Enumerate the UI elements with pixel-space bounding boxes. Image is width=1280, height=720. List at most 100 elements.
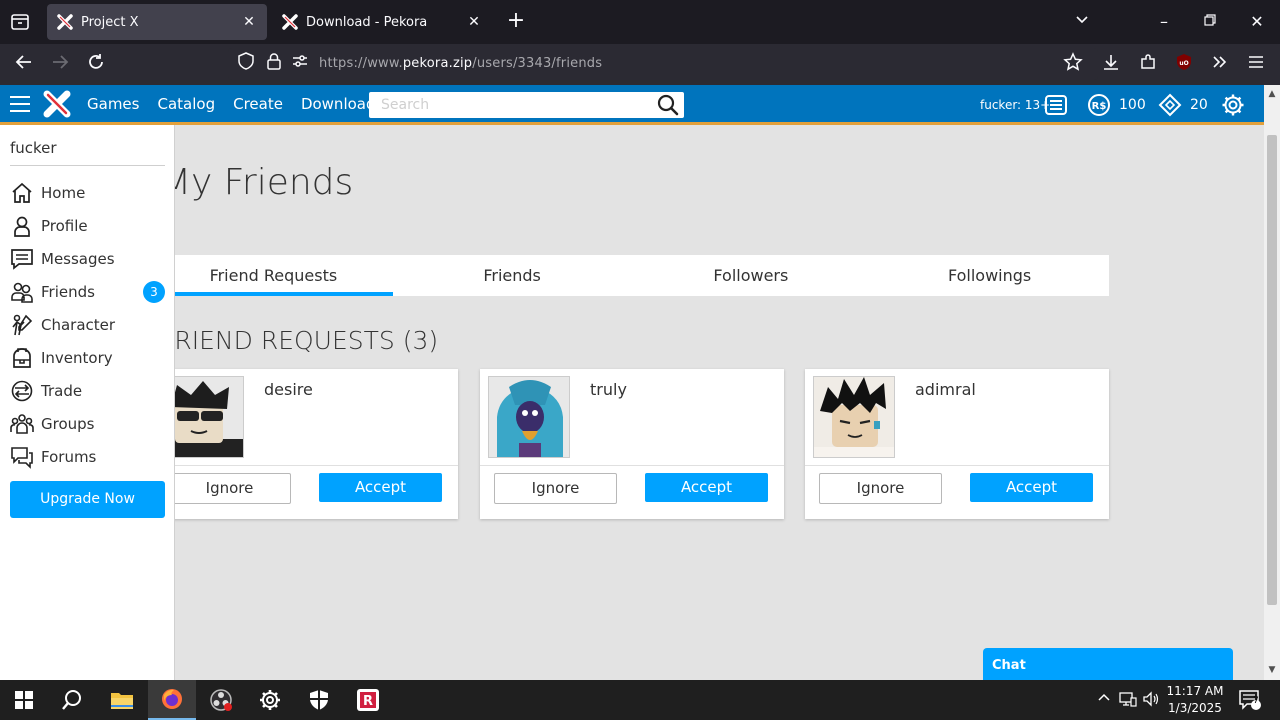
sidebar-item-trade[interactable]: Trade <box>10 378 170 404</box>
file-explorer-icon[interactable] <box>98 680 146 720</box>
close-tab-icon[interactable]: ✕ <box>466 14 482 30</box>
username-age-label[interactable]: fucker: 13+ <box>980 85 1050 125</box>
sidebar-item-label: Inventory <box>41 349 113 367</box>
tix-amount: 20 <box>1190 97 1208 113</box>
volume-icon[interactable] <box>1141 690 1161 710</box>
sidebar-item-home[interactable]: Home <box>10 180 170 206</box>
pekora-favicon-icon <box>57 14 73 30</box>
more-tools-icon[interactable] <box>1207 52 1231 76</box>
list-all-tabs-icon[interactable] <box>1070 10 1094 34</box>
browser-tab-download-pekora[interactable]: Download - Pekora ✕ <box>272 4 492 40</box>
scroll-down-icon[interactable]: ▼ <box>1267 665 1277 675</box>
sidebar-item-label: Groups <box>41 415 95 433</box>
extensions-icon[interactable] <box>1136 52 1160 76</box>
divider <box>154 465 458 466</box>
sidebar-item-forums[interactable]: Forums <box>10 444 170 470</box>
settings-icon[interactable] <box>246 680 294 720</box>
ignore-button[interactable]: Ignore <box>168 473 291 504</box>
pekora-logo-icon[interactable] <box>43 90 71 118</box>
browser-tab-project-x[interactable]: Project X ✕ <box>47 4 267 40</box>
start-icon[interactable] <box>0 680 48 720</box>
menu-icon[interactable] <box>10 96 30 112</box>
bookmark-star-icon[interactable] <box>1061 52 1085 76</box>
taskbar-clock[interactable]: 11:17 AM 1/3/2025 <box>1160 683 1230 717</box>
tab-followings[interactable]: Followings <box>870 255 1109 296</box>
close-window-icon[interactable]: ✕ <box>1245 10 1269 34</box>
ignore-button[interactable]: Ignore <box>819 473 942 504</box>
scroll-thumb[interactable] <box>1267 135 1277 605</box>
new-tab-icon[interactable]: + <box>504 10 528 34</box>
divider <box>10 165 165 166</box>
nav-create[interactable]: Create <box>233 95 283 113</box>
accept-button[interactable]: Accept <box>970 473 1093 502</box>
inventory-icon <box>13 348 31 368</box>
profile-icon <box>14 216 30 237</box>
minimize-icon[interactable]: – <box>1152 10 1176 34</box>
forward-icon[interactable] <box>48 52 72 76</box>
ignore-button[interactable]: Ignore <box>494 473 617 504</box>
ublock-origin-icon[interactable]: uO <box>1172 52 1196 76</box>
restore-icon[interactable] <box>1198 10 1222 34</box>
upgrade-now-button[interactable]: Upgrade Now <box>10 481 165 518</box>
url-text[interactable]: https://www.pekora.zip/users/3343/friend… <box>319 56 602 71</box>
tracking-protection-icon[interactable] <box>234 52 258 76</box>
trade-icon <box>11 380 33 402</box>
avatar[interactable] <box>813 376 895 458</box>
network-icon[interactable] <box>1118 690 1138 710</box>
downloads-icon[interactable] <box>1099 52 1123 76</box>
sidebar-item-groups[interactable]: Groups <box>10 411 170 437</box>
notification-center-icon[interactable]: 7 <box>1238 690 1262 710</box>
tix-balance[interactable]: 20 <box>1158 85 1208 125</box>
search-input[interactable] <box>369 92 649 118</box>
lock-icon[interactable] <box>262 52 286 76</box>
username[interactable]: desire <box>264 380 313 399</box>
windows-security-icon[interactable] <box>295 680 343 720</box>
svg-text:R: R <box>363 694 373 709</box>
friend-request-card: desire Ignore Accept <box>154 369 458 519</box>
sidebar-username[interactable]: fucker <box>10 139 57 157</box>
chat-bar[interactable]: Chat <box>983 648 1233 680</box>
sidebar-item-label: Home <box>41 184 86 202</box>
sidebar-item-character[interactable]: Character <box>10 312 170 338</box>
page-title: My Friends <box>160 162 354 203</box>
scroll-up-icon[interactable]: ▲ <box>1267 89 1277 99</box>
page-scrollbar[interactable]: ▲ ▼ <box>1264 85 1280 680</box>
search-icon[interactable] <box>656 94 680 116</box>
site-search <box>369 92 684 118</box>
url-bar[interactable]: https://www.pekora.zip/users/3343/friend… <box>228 48 1098 80</box>
settings-gear-icon[interactable] <box>1221 85 1245 125</box>
avatar[interactable] <box>488 376 570 458</box>
accept-button[interactable]: Accept <box>319 473 442 502</box>
firefox-icon[interactable] <box>148 680 196 720</box>
back-icon[interactable] <box>12 52 36 76</box>
notification-count: 7 <box>1253 696 1259 706</box>
username[interactable]: truly <box>590 380 627 399</box>
friend-request-card: truly Ignore Accept <box>480 369 784 519</box>
robux-balance[interactable]: R$ 100 <box>1087 85 1146 125</box>
windows-taskbar: R 11:17 AM 1/3/2025 7 <box>0 680 1280 720</box>
sidebar-item-profile[interactable]: Profile <box>10 213 170 239</box>
divider <box>805 465 1109 466</box>
reload-icon[interactable] <box>84 52 108 76</box>
username[interactable]: adimral <box>915 380 976 399</box>
show-hidden-icons-icon[interactable] <box>1094 690 1114 710</box>
app-menu-icon[interactable] <box>1244 52 1268 76</box>
tab-friend-requests[interactable]: Friend Requests <box>154 255 393 296</box>
tab-followers[interactable]: Followers <box>632 255 871 296</box>
nav-catalog[interactable]: Catalog <box>157 95 215 113</box>
accept-button[interactable]: Accept <box>645 473 768 502</box>
close-tab-icon[interactable]: ✕ <box>241 14 257 30</box>
sidebar-item-messages[interactable]: Messages <box>10 246 170 272</box>
tab-friends[interactable]: Friends <box>393 255 632 296</box>
sidebar-item-label: Character <box>41 316 116 334</box>
tab-list-icon[interactable] <box>8 10 32 34</box>
nav-games[interactable]: Games <box>87 95 139 113</box>
obs-icon[interactable] <box>197 680 245 720</box>
permissions-icon[interactable] <box>288 52 312 76</box>
nav-download[interactable]: Download <box>301 95 376 113</box>
pekora-launcher-icon[interactable]: R <box>344 680 392 720</box>
character-icon <box>12 314 33 336</box>
search-icon[interactable] <box>48 680 96 720</box>
notifications-icon[interactable] <box>1044 85 1068 125</box>
sidebar-item-inventory[interactable]: Inventory <box>10 345 170 371</box>
